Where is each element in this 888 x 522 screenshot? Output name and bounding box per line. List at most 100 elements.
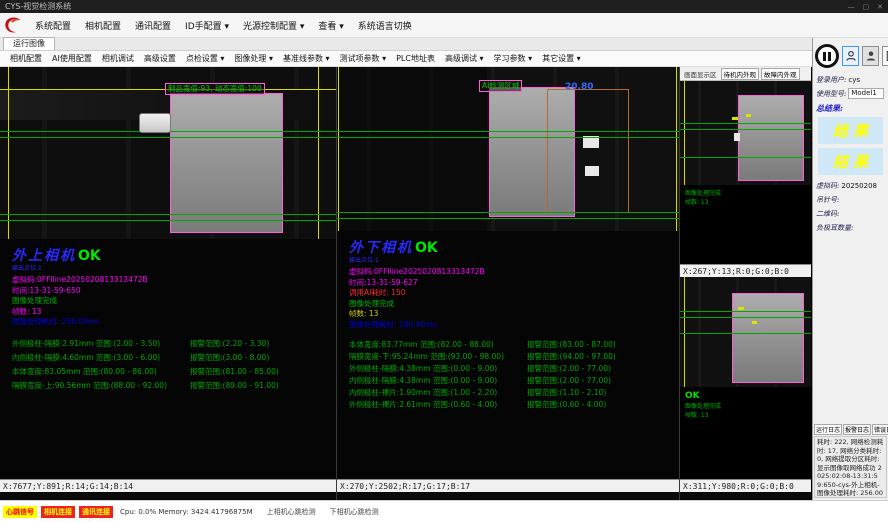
measure-row: 外侧极柱-隔膜:4.38mm 范围:(0.00 - 9.00)报警范围:(2.0… xyxy=(349,363,667,375)
measure-row: 内侧极柱-隔膜:4.60mm 范围:(3.00 - 6.00)报警范围:(3.0… xyxy=(12,351,324,365)
menu-item-camera-config[interactable]: 相机配置 xyxy=(78,19,128,32)
measure-line xyxy=(0,137,336,138)
mid-coordinate-bar: X:270;Y:2502;R:17;G:17;B:17 xyxy=(337,479,679,492)
window-title: CYS-视觉检测系统 xyxy=(5,1,71,12)
login-user-label: 登录用户: xyxy=(816,75,846,85)
log-tab-alarm[interactable]: 报警日志 xyxy=(843,424,871,435)
left-proc-time: 图像处理耗时: 256.00ms xyxy=(12,317,324,328)
menu-item-light-config[interactable]: 光源控制配置 ▾ xyxy=(236,19,311,32)
ai-roi-box xyxy=(547,89,629,213)
total-result-label: 总结果: xyxy=(813,100,888,115)
menu-item-view[interactable]: 查看 ▾ xyxy=(311,19,350,32)
tab-fault-view[interactable]: 故障内外观 xyxy=(761,68,800,80)
close-button[interactable]: ✕ xyxy=(877,3,883,11)
measure-line xyxy=(680,333,811,334)
mini-views-header: 画面显示区 待机内外观 故障内外观 xyxy=(680,67,811,81)
mini-view-bottom: OK 图像处理完成 帧数: 13 X:311;Y:980;R:0;G:0;B:0 xyxy=(680,277,811,500)
result-box-top: 结果 xyxy=(818,117,883,144)
highlight-speck xyxy=(738,307,744,310)
measure-line xyxy=(337,131,679,132)
mini-bottom-info: OK 图像处理完成 帧数: 13 xyxy=(680,387,811,479)
measure-line xyxy=(680,311,811,312)
measure-row: 本体宽度:83.05mm 范围:(80.00 - 86.00)报警范围:(81.… xyxy=(12,365,324,379)
virtual-code-label: 虚拟码: xyxy=(816,181,839,191)
left-measure-rows: 外侧极柱-隔膜:2.91mm 范围:(2.00 - 3.50)报警范围:(2.2… xyxy=(12,337,324,393)
qrcode-label: 二维码: xyxy=(816,209,839,219)
tool-camera-config[interactable]: 相机配置 xyxy=(5,53,47,64)
logout-door-icon xyxy=(885,47,888,66)
needle-field: 吊针号: xyxy=(813,191,888,205)
highlight-speck xyxy=(585,166,599,176)
menu-item-comm-config[interactable]: 通讯配置 xyxy=(128,19,178,32)
tool-test-params[interactable]: 测试项参数 ▾ xyxy=(335,53,392,64)
minimize-button[interactable]: — xyxy=(848,3,855,11)
roi-line xyxy=(676,67,677,231)
pause-button[interactable] xyxy=(815,44,839,68)
left-overlay-label: 制品宽值:93, 动态宽值:100 xyxy=(165,83,265,95)
login-user-value: cys xyxy=(848,76,860,84)
log-tabs: 运行日志 报警日志 错误日志 xyxy=(813,424,888,436)
highlight-speck xyxy=(752,321,757,324)
mini-top-image[interactable] xyxy=(680,81,811,185)
tool-advanced-debug[interactable]: 高级调试 ▾ xyxy=(440,53,489,64)
tool-advanced-settings[interactable]: 高级设置 xyxy=(139,53,181,64)
user-icon xyxy=(845,47,857,66)
tab-run-image[interactable]: 运行图像 xyxy=(3,37,55,50)
highlight-speck xyxy=(746,114,751,117)
measure-line xyxy=(0,220,336,221)
top-camera-heartbeat[interactable]: 上相机心跳检测 xyxy=(267,507,316,517)
mini-bottom-image[interactable] xyxy=(680,277,811,387)
measure-line xyxy=(337,212,679,213)
connector-part xyxy=(139,113,171,133)
log-tab-error[interactable]: 错误日志 xyxy=(872,424,888,435)
tab-count-label: 负极耳数量: xyxy=(816,223,853,233)
left-frames: 帧数: 13 xyxy=(12,307,324,318)
virtual-code-field: 虚拟码: 20250208 xyxy=(813,177,888,191)
menu-item-id-config[interactable]: ID手配置 ▾ xyxy=(178,19,236,32)
measure-line xyxy=(0,214,336,215)
titlebar: CYS-视觉检测系统 — ▢ ✕ xyxy=(0,0,888,13)
log-tab-run[interactable]: 运行日志 xyxy=(814,424,842,435)
model-input[interactable]: Model1 xyxy=(848,88,884,99)
log-text[interactable]: 耗时: 222, 网络检测耗时: 17, 网络分类耗时: 0, 网络提取分区耗时… xyxy=(814,436,887,498)
tool-plc-address[interactable]: PLC地址表 xyxy=(391,53,440,64)
bottom-camera-heartbeat[interactable]: 下相机心跳检测 xyxy=(330,507,379,517)
tool-other-settings[interactable]: 其它设置 ▾ xyxy=(537,53,586,64)
highlight-speck xyxy=(734,133,740,141)
tool-spot-check[interactable]: 点检设置 ▾ xyxy=(181,53,230,64)
mid-output-point: 输出点位:1 xyxy=(349,257,667,264)
left-barcode: 虚拟码:0FFIline2025020813313472B xyxy=(12,275,324,286)
product-block xyxy=(170,93,283,233)
user-filled-icon xyxy=(865,47,877,66)
tab-count-field: 负极耳数量: xyxy=(813,219,888,233)
mid-info-panel: 外下相机OK 输出点位:1 虚拟码:0FFIline20250208133134… xyxy=(337,231,679,479)
menu-item-language-switch[interactable]: 系统语言切换 xyxy=(351,19,419,32)
side-control-panel: 登录用户: cys 使用型号: Model1 总结果: 结果 结果 虚拟码: 2… xyxy=(812,38,888,500)
mini-bottom-result: OK xyxy=(685,391,806,402)
logout-button[interactable] xyxy=(882,46,888,66)
user-login-button[interactable] xyxy=(842,46,859,66)
mid-overlay-value: 20.80 xyxy=(565,82,593,92)
highlight-speck xyxy=(732,117,738,120)
mini-top-info: 图像处理完成 帧数: 13 xyxy=(680,185,811,264)
tool-ai-use-config[interactable]: AI使用配置 xyxy=(47,53,97,64)
statusbar: 心跳信号 相机连接 通讯连接 Cpu: 0.0% Memory: 3424.41… xyxy=(0,500,888,522)
left-done: 图像处理完成 xyxy=(12,296,324,307)
tool-learn-params[interactable]: 学习参数 ▾ xyxy=(489,53,538,64)
tool-image-processing[interactable]: 图像处理 ▾ xyxy=(229,53,278,64)
tool-baseline-params[interactable]: 基准线参数 ▾ xyxy=(278,53,335,64)
menubar: 系统配置 相机配置 通讯配置 ID手配置 ▾ 光源控制配置 ▾ 查看 ▾ 系统语… xyxy=(0,13,888,38)
mini-bottom-coordinate-bar: X:311;Y:980;R:0;G:0;B:0 xyxy=(680,479,811,492)
tool-camera-debug[interactable]: 相机调试 xyxy=(97,53,139,64)
left-camera-image[interactable]: 制品宽值:93, 动态宽值:100 xyxy=(0,67,336,239)
model-label: 使用型号: xyxy=(816,89,846,99)
tab-standby-view[interactable]: 待机内外观 xyxy=(721,68,760,80)
main-area: 制品宽值:93, 动态宽值:100 外上相机OK 输出点位:1 虚拟码:0FFI… xyxy=(0,67,812,500)
left-coordinate-bar: X:7677;Y:891;R:14;G:14;B:14 xyxy=(0,479,336,492)
maximize-button[interactable]: ▢ xyxy=(863,3,870,11)
mid-camera-title: 外下相机 xyxy=(349,240,413,256)
mid-camera-image[interactable]: AI检测区域 20.80 xyxy=(337,67,679,231)
menu-item-system-config[interactable]: 系统配置 xyxy=(28,19,78,32)
mid-frames: 帧数: 13 xyxy=(349,309,667,320)
user-switch-button[interactable] xyxy=(862,46,879,66)
